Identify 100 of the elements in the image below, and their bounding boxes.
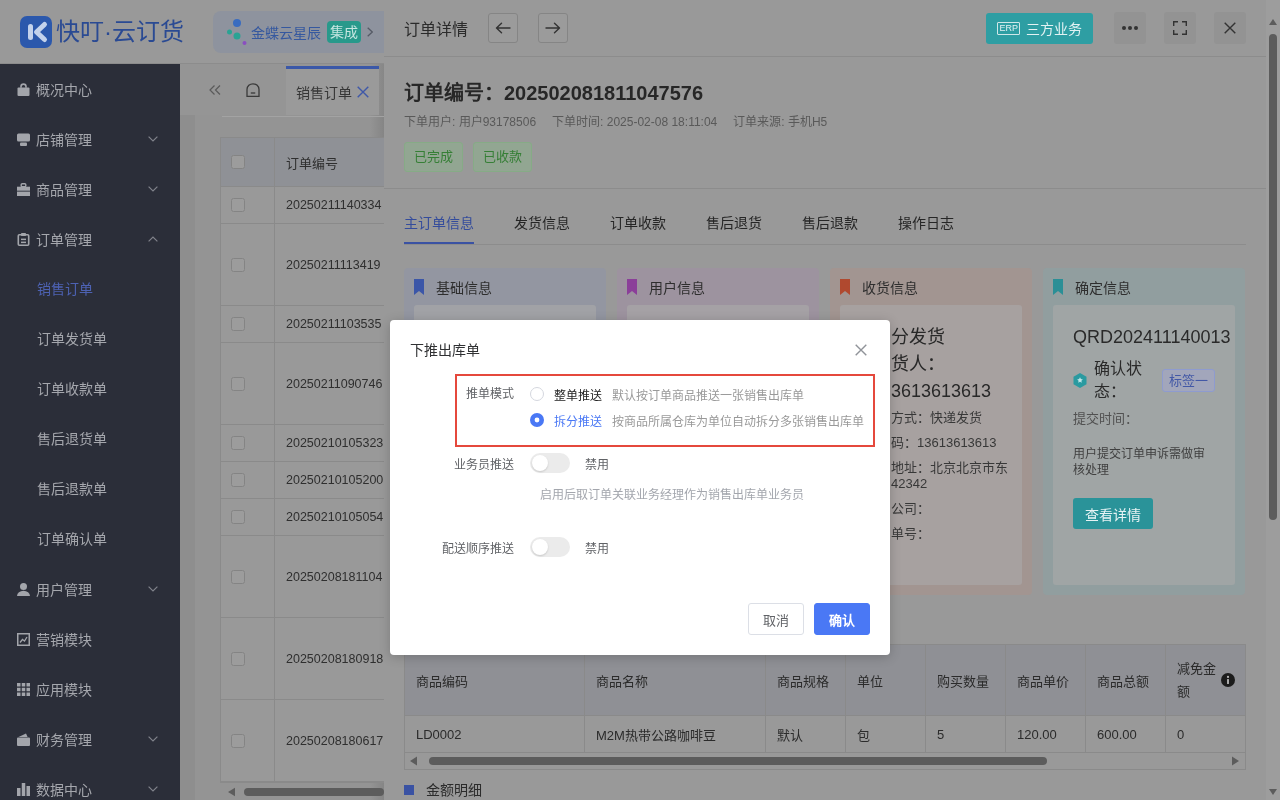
confirm-code: QRD202411140013 [1073, 326, 1232, 349]
table-cell-text: 20250211103535 [285, 316, 383, 333]
radio-button[interactable] [530, 387, 544, 401]
card-title: 收货信息 [862, 278, 918, 297]
dots-icon [227, 18, 247, 45]
horizontal-scrollbar[interactable] [228, 787, 384, 797]
sidebar-menu-item[interactable]: 概况中心 [0, 78, 180, 100]
double-chevron-left-icon[interactable] [209, 84, 221, 95]
detail-tab[interactable]: 售后退款 [802, 189, 858, 244]
sidebar-menu-item[interactable]: 营销模块 [0, 628, 180, 650]
checkbox[interactable] [231, 733, 245, 748]
table-cell-text: 20250208181104 [285, 568, 384, 586]
table-cell: 5 [926, 716, 1006, 752]
switch-state-text: 禁用 [585, 540, 609, 556]
field-label: 推单模式 [466, 386, 514, 403]
sidebar-menu-item[interactable]: 店铺管理 [0, 128, 180, 150]
table-cell-text: 0 [1176, 725, 1186, 744]
shipping-field: 码：13613613613 [891, 435, 1012, 451]
clipboard-icon [17, 232, 30, 246]
order-meta-text: 下单用户: 用户93178506 [404, 114, 537, 131]
drawer-title: 订单详情 [404, 20, 468, 40]
card-title: 用户信息 [649, 278, 705, 297]
checkbox[interactable] [231, 317, 245, 331]
table-cell: LD0002 [405, 716, 585, 752]
toggle-switch[interactable] [530, 537, 570, 557]
status-tag: 标签一 [1162, 368, 1215, 392]
table-cell-text: 20250211113419 [285, 256, 382, 274]
shipping-field: 单号： [891, 526, 1012, 542]
checkbox[interactable] [231, 198, 245, 212]
shipping-field: 方式：快递发货 [891, 410, 1012, 426]
sidebar-menu-item[interactable]: 用户管理 [0, 578, 180, 600]
checkbox[interactable] [231, 257, 245, 272]
detail-tab[interactable]: 售后退货 [706, 189, 762, 244]
table-cell-text: 20250210105054 [285, 509, 384, 526]
chevron-right-icon [367, 26, 373, 37]
table-cell-text: 20250211140334 [285, 197, 383, 214]
column-header: 商品单价 [1017, 672, 1069, 690]
table-cell-text: 20250210105323 [285, 435, 384, 452]
sidebar-menu-item[interactable]: 应用模块 [0, 678, 180, 700]
fullscreen-button[interactable] [1164, 12, 1196, 44]
confirm-button[interactable]: 确认 [814, 603, 870, 635]
table-cell: 120.00 [1006, 716, 1086, 752]
checkbox[interactable] [231, 436, 245, 450]
line-chart-icon [17, 632, 30, 646]
checkbox[interactable] [231, 510, 245, 524]
shipping-text: 分发货 [891, 326, 946, 348]
app-logo-text: 快叮·云订货 [56, 16, 184, 47]
detail-tab[interactable]: 订单收款 [610, 189, 666, 244]
arrow-left-icon [495, 22, 511, 34]
order-meta-text: 订单来源: 手机H5 [733, 114, 828, 131]
checkbox[interactable] [231, 155, 245, 169]
sidebar-menu-item[interactable]: 商品管理 [0, 178, 180, 200]
third-party-button[interactable]: ERP 三方业务 [986, 12, 1093, 44]
column-header: 商品规格 [777, 672, 829, 690]
order-meta-text: 下单时间: 2025-02-08 18:11:04 [552, 114, 718, 131]
sidebar-submenu-item[interactable]: 售后退货单 [0, 428, 180, 450]
sidebar-menu-item[interactable]: 数据中心 [0, 778, 180, 800]
close-icon[interactable] [357, 86, 369, 98]
sidebar-submenu-item[interactable]: 订单确认单 [0, 528, 180, 550]
previous-button[interactable] [488, 13, 518, 43]
toggle-switch[interactable] [530, 453, 570, 473]
grid-icon [17, 682, 30, 696]
shipping-field: 公司： [891, 501, 1012, 517]
sidebar-submenu-item[interactable]: 订单收款单 [0, 378, 180, 400]
detail-tab[interactable]: 发货信息 [514, 189, 570, 244]
radio-option[interactable]: 拆分推送 [530, 411, 602, 429]
more-button[interactable] [1114, 12, 1146, 44]
field-label: 配送顺序推送 [441, 540, 514, 556]
section-marker-icon [404, 785, 414, 795]
home-icon[interactable] [246, 82, 260, 97]
wallet-icon [17, 732, 30, 746]
table-cell-text: 20250210105200 [285, 472, 384, 489]
cancel-button[interactable]: 取消 [748, 603, 804, 635]
checkbox[interactable] [231, 569, 245, 584]
arrow-right-icon [545, 22, 561, 34]
sidebar-menu-item[interactable]: 财务管理 [0, 728, 180, 750]
view-details-button[interactable]: 查看详情 [1073, 498, 1153, 529]
sidebar-submenu-item[interactable]: 售后退款单 [0, 478, 180, 500]
checkbox[interactable] [231, 376, 245, 391]
ellipsis-icon [1122, 26, 1138, 30]
field-hint: 启用后取订单关联业务经理作为销售出库单业务员 [540, 487, 805, 503]
radio-option[interactable]: 整单推送 [530, 385, 602, 403]
column-header: 单位 [857, 672, 883, 690]
detail-tab[interactable]: 操作日志 [898, 189, 954, 244]
sidebar-submenu-item[interactable]: 订单发货单 [0, 328, 180, 350]
sidebar-menu-item[interactable]: 订单管理 [0, 228, 180, 250]
bar-chart-icon [17, 782, 30, 796]
checkbox[interactable] [231, 473, 245, 487]
shipping-text: 货人： [891, 353, 946, 375]
close-button[interactable] [1214, 12, 1246, 44]
checkbox[interactable] [231, 651, 245, 666]
next-button[interactable] [538, 13, 568, 43]
column-header: 商品名称 [596, 672, 648, 690]
erp-tag: ERP [997, 21, 1020, 35]
close-icon[interactable] [855, 344, 867, 356]
radio-button[interactable] [530, 413, 544, 427]
page-tab[interactable]: 销售订单 [286, 66, 379, 115]
card-title: 基础信息 [436, 278, 492, 297]
vertical-scrollbar[interactable] [1266, 0, 1280, 800]
info-icon[interactable] [1221, 673, 1235, 687]
